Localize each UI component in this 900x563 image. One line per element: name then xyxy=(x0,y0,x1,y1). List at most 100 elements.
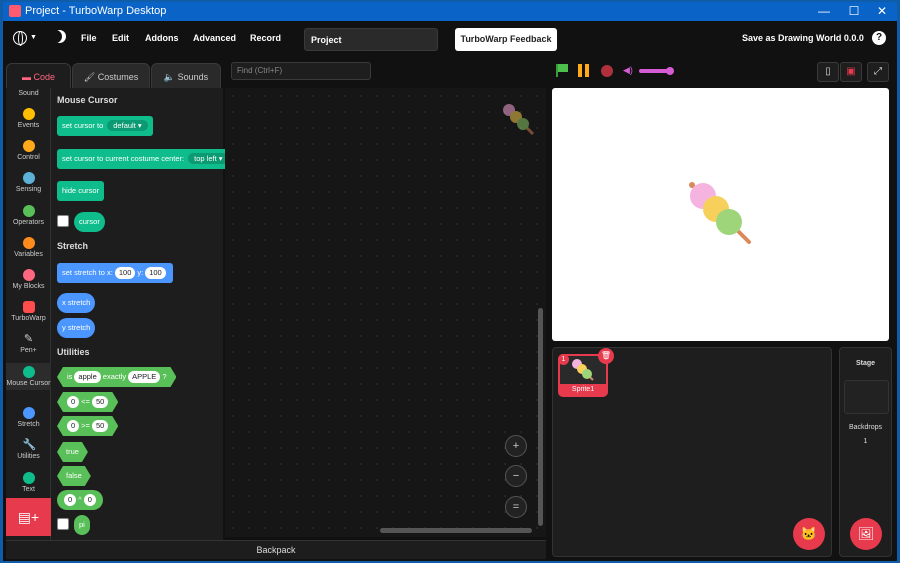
menu-edit[interactable]: Edit xyxy=(112,33,129,43)
category-label: TurboWarp xyxy=(11,315,46,322)
le-b-input[interactable]: 50 xyxy=(92,396,108,408)
chevron-down-icon[interactable]: ▼ xyxy=(30,34,37,41)
category-dot xyxy=(22,407,35,419)
sprite-tile[interactable]: 1 Sprite1 🗑 xyxy=(558,348,614,397)
category-dot xyxy=(22,472,35,484)
small-stage-icon[interactable]: ▯ xyxy=(817,62,839,82)
save-button[interactable]: Save as Drawing World 0.0.0 xyxy=(742,33,864,43)
dropdown-value: top left xyxy=(194,154,217,163)
large-stage-icon[interactable]: ▣ xyxy=(840,62,862,82)
true-block[interactable]: true xyxy=(57,442,88,462)
set-cursor-block[interactable]: set cursor to default ▾ xyxy=(57,116,153,136)
stage-canvas[interactable] xyxy=(552,88,889,341)
tab-sounds[interactable]: 🔈 Sounds xyxy=(151,63,221,89)
category-events[interactable]: Events xyxy=(6,108,51,129)
volume-icon[interactable]: ◀) xyxy=(623,66,635,75)
find-input[interactable]: Find (Ctrl+F) xyxy=(231,62,371,80)
cursor-dropdown[interactable]: default ▾ xyxy=(107,120,148,131)
category-label: Variables xyxy=(14,251,43,258)
category-dot xyxy=(22,269,35,281)
category-text[interactable]: Text xyxy=(6,472,51,493)
block-text: >= xyxy=(81,421,90,430)
theme-icon[interactable] xyxy=(49,30,62,43)
category-my-blocks[interactable]: My Blocks xyxy=(6,269,51,290)
add-extension-icon: ▤+ xyxy=(17,509,40,525)
stretch-y-input[interactable]: 100 xyxy=(145,267,166,279)
backpack-bar[interactable]: Backpack xyxy=(6,540,546,559)
category-utilities[interactable]: 🔧 Utilities xyxy=(6,439,51,460)
category-turbowarp[interactable]: TurboWarp xyxy=(6,301,51,322)
is-exactly-block[interactable]: is apple exactly APPLE? xyxy=(57,367,176,387)
menu-file[interactable]: File xyxy=(81,33,97,43)
menu-record[interactable]: Record xyxy=(250,33,281,43)
category-sensing[interactable]: Sensing xyxy=(6,172,51,193)
set-cursor-center-block[interactable]: set cursor to current costume center: top… xyxy=(57,149,234,169)
fullscreen-icon[interactable]: ⤢ xyxy=(867,62,889,82)
y-stretch-reporter[interactable]: y stretch xyxy=(57,318,96,338)
is-b-input[interactable]: APPLE xyxy=(128,371,160,383)
maximize-button[interactable]: ☐ xyxy=(839,3,869,20)
code-icon: ▬ xyxy=(21,72,34,82)
menu-addons[interactable]: Addons xyxy=(145,33,179,43)
help-icon[interactable]: ? xyxy=(872,31,886,45)
feedback-button[interactable]: TurboWarp Feedback xyxy=(455,28,557,51)
zoom-in-icon[interactable]: + xyxy=(505,435,527,457)
x-stretch-reporter[interactable]: x stretch xyxy=(57,293,96,313)
is-a-input[interactable]: apple xyxy=(74,371,100,383)
ge-b-input[interactable]: 50 xyxy=(92,420,108,432)
code-workspace[interactable]: + − = xyxy=(225,88,546,537)
hide-cursor-block[interactable]: hide cursor xyxy=(57,181,105,201)
cursor-checkbox[interactable] xyxy=(57,215,69,227)
workspace-v-scrollbar[interactable] xyxy=(538,308,543,526)
tab-costumes[interactable]: 🖌 Costumes xyxy=(72,63,150,89)
tab-code[interactable]: ▬ Code xyxy=(6,63,71,89)
stop-icon[interactable] xyxy=(601,65,613,77)
stage-selector[interactable]: Stage Backdrops 1 🖼 xyxy=(839,347,892,557)
greater-equal-block[interactable]: 0 >= 50 xyxy=(57,416,118,436)
zoom-reset-icon[interactable]: = xyxy=(505,496,527,518)
add-sprite-icon[interactable]: 🐱 xyxy=(793,518,825,550)
pi-reporter[interactable]: pi xyxy=(74,515,90,535)
speaker-icon: 🔈 xyxy=(163,72,178,82)
sprite-badge: 1 xyxy=(558,354,569,365)
green-flag-icon[interactable] xyxy=(556,64,568,77)
volume-knob[interactable] xyxy=(666,67,674,75)
center-dropdown[interactable]: top left ▾ xyxy=(188,153,229,164)
cursor-reporter[interactable]: cursor xyxy=(74,212,105,232)
volume-slider[interactable] xyxy=(639,67,674,75)
category-control[interactable]: Control xyxy=(6,140,51,161)
pow-a-input[interactable]: 0 xyxy=(64,494,77,506)
sprite-dango[interactable] xyxy=(687,180,757,248)
pi-checkbox[interactable] xyxy=(57,518,69,530)
ge-a-input[interactable]: 0 xyxy=(67,420,79,432)
category-mouse-cursor[interactable]: Mouse Cursor xyxy=(6,363,51,390)
le-a-input[interactable]: 0 xyxy=(67,396,79,408)
close-button[interactable]: ✕ xyxy=(867,3,897,20)
category-sound[interactable]: Sound xyxy=(6,90,51,97)
category-variables[interactable]: Variables xyxy=(6,237,51,258)
language-icon[interactable] xyxy=(13,31,27,46)
category-label: Events xyxy=(17,122,40,129)
project-title-input[interactable]: Project xyxy=(304,28,438,51)
false-block[interactable]: false xyxy=(57,466,91,486)
trash-icon[interactable]: 🗑 xyxy=(598,348,614,364)
menu-advanced[interactable]: Advanced xyxy=(193,33,236,43)
category-pen-plus[interactable]: ✎ Pen+ xyxy=(6,333,51,354)
category-stretch[interactable]: Stretch xyxy=(6,407,51,428)
workspace-h-scrollbar[interactable] xyxy=(380,528,532,533)
power-reporter[interactable]: 0 ^ 0 xyxy=(57,490,103,510)
block-text: set cursor to current costume center: xyxy=(62,154,185,163)
add-backdrop-icon[interactable]: 🖼 xyxy=(850,518,882,550)
category-operators[interactable]: Operators xyxy=(6,205,51,226)
section-utilities: Utilities xyxy=(57,347,90,357)
menu-bar: ▼ File Edit Addons Advanced Record Proje… xyxy=(3,21,897,56)
minimize-button[interactable]: — xyxy=(809,3,839,20)
dropdown-value: default xyxy=(113,121,136,130)
set-stretch-block[interactable]: set stretch to x: 100 y: 100 xyxy=(57,263,173,283)
pow-b-input[interactable]: 0 xyxy=(83,494,96,506)
zoom-out-icon[interactable]: − xyxy=(505,465,527,487)
stretch-x-input[interactable]: 100 xyxy=(114,267,136,279)
less-equal-block[interactable]: 0 <= 50 xyxy=(57,392,118,412)
pause-icon[interactable] xyxy=(578,64,592,77)
add-extension-button[interactable]: ▤+ xyxy=(6,498,51,536)
